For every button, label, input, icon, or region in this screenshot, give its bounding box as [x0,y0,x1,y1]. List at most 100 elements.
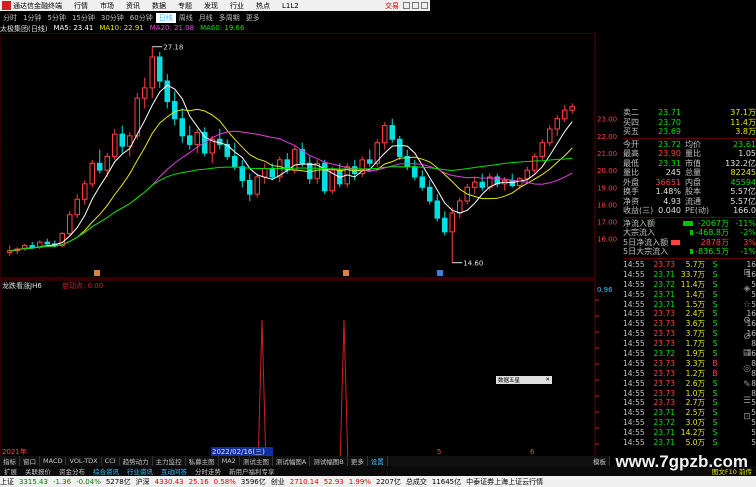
stat-value: 23.90 [658,149,681,159]
event-marker-icon[interactable] [437,270,443,276]
kline-chart[interactable]: 23.00 22.00 21.00 20.00 19.00 18.00 17.00 16.00… [0,33,623,456]
ext-tab-0[interactable]: 扩展 [0,466,21,476]
candle-body [157,56,163,82]
candle-body [524,169,530,180]
indicator-tab-12[interactable]: 更多 [348,456,368,466]
tick-price: 23.73 [653,358,675,368]
status-item: 5278亿 [105,477,131,486]
period-0[interactable]: 分时 [0,13,20,23]
tick-time: 14:55 [623,259,645,269]
tick-side: S [712,319,718,329]
indicator-tab-10[interactable]: 测试幅图A [273,456,311,466]
ext-tab-3[interactable]: 综合资讯 [89,466,123,476]
candle-body [517,178,523,187]
flow-row: 5日大宗流入 -836.5万 -1% [623,247,756,257]
candle-body [322,162,328,192]
indicator-tab-8[interactable]: MA2 [219,457,240,465]
candle-body [104,155,110,171]
menu-item-topics[interactable]: 专题 [172,1,198,11]
close-icon[interactable] [421,2,428,9]
event-marker-icon[interactable] [94,270,100,276]
stat-label: PE(动) [685,206,710,216]
data-popup[interactable]: 数据五星 ✕ [496,376,552,384]
menu-item-l1l2[interactable]: L1L2 [276,2,305,10]
side-tool-9-icon[interactable]: ☰ [741,393,753,409]
price-tick: 23.00 [597,116,617,124]
menu-item-exchange[interactable]: 市场 [94,1,120,11]
ob-label: 买五 [623,127,639,137]
template-button[interactable]: 模板 [590,456,610,466]
period-1[interactable]: 1分钟 [20,13,44,23]
side-tool-3-icon[interactable]: ☆ [741,297,753,313]
indicator-tab-4[interactable]: CCI [102,457,120,465]
period-8[interactable]: 月线 [196,13,216,23]
period-3[interactable]: 15分钟 [69,13,98,23]
ext-tab-1[interactable]: 关联报价 [21,466,55,476]
stat-value: 5.57亿 [730,196,756,206]
menu-item-news[interactable]: 资讯 [120,1,146,11]
maximize-icon[interactable] [412,2,419,9]
period-5[interactable]: 60分钟 [127,13,156,23]
ext-tab-5[interactable]: 互动问答 [157,466,191,476]
tick-time: 14:55 [623,279,645,289]
period-7[interactable]: 周线 [176,13,196,23]
status-item: 2710.14 [289,477,319,486]
side-tool-8-icon[interactable]: ✎ [741,377,753,393]
candle-body [434,200,440,219]
ext-tab-7[interactable]: 新用户福利专享 [225,466,279,476]
trade-button[interactable]: 交易 [385,1,399,11]
indicator-tab-0[interactable]: 指标 [0,456,20,466]
candle-body [239,166,245,181]
tick-time: 14:55 [623,418,645,428]
menu-item-industry[interactable]: 行业 [224,1,250,11]
menu-item-data[interactable]: 数据 [146,1,172,11]
popup-close-icon[interactable]: ✕ [545,377,550,383]
flow-label: 5日大宗流入 [623,247,669,257]
period-9[interactable]: 多周期 [216,13,243,23]
ext-tab-4[interactable]: 行业资讯 [123,466,157,476]
indicator-tab-11[interactable]: 测试幅图B [310,456,348,466]
price-tick: 22.00 [597,133,617,141]
indicator-axis-value: 0.96 [597,286,613,294]
side-tool-6-icon[interactable]: ▤ [741,345,753,361]
status-item: 25.16 [188,477,209,486]
ext-tab-6[interactable]: 分时走势 [191,466,225,476]
side-tool-10-icon[interactable]: ⊡ [741,409,753,425]
period-10[interactable]: 更多 [243,13,263,23]
period-4[interactable]: 30分钟 [98,13,127,23]
side-tool-4-icon[interactable]: ⚙ [741,313,753,329]
side-tool-2-icon[interactable]: ◈ [741,281,753,297]
status-item: 3315.43 [19,477,48,486]
indicator-tab-13[interactable]: 设置 [368,456,388,466]
indicator-tab-6[interactable]: 主力监控 [153,456,186,466]
stat-value: 36651 [655,177,681,187]
candle-body [554,118,560,130]
indicator-tab-2[interactable]: MACD [40,457,67,465]
indicator-tab-7[interactable]: 私募主图 [186,456,219,466]
indicator-tab-5[interactable]: 趋势动力 [120,456,153,466]
side-tool-5-icon[interactable]: ⊘ [741,329,753,345]
event-marker-icon[interactable] [343,270,349,276]
candle-body [412,166,418,178]
indicator-tab-1[interactable]: 窗口 [20,456,40,466]
menu-item-market[interactable]: 行情 [68,1,94,11]
period-2[interactable]: 5分钟 [44,13,68,23]
candle-body [562,109,568,120]
indicator-tab-3[interactable]: VOL-TDX [66,457,102,465]
candle-body [247,179,253,195]
ext-tab-2[interactable]: 资金分布 [55,466,89,476]
status-item: 创业 [270,477,285,486]
side-tool-7-icon[interactable]: ◎ [741,361,753,377]
menu-item-hot[interactable]: 热点 [250,1,276,11]
stat-label: 收益(三) [623,206,654,216]
menu-item-discover[interactable]: 发现 [198,1,224,11]
tick-price: 23.73 [653,368,675,378]
indicator-tab-9[interactable]: 测试主图 [240,456,273,466]
side-tool-1-icon[interactable]: ⊞ [741,265,753,281]
tick-side: S [712,299,718,309]
minimize-icon[interactable] [403,2,410,9]
candle-body [449,212,455,233]
period-6[interactable]: 日线 [155,12,176,23]
indicator-value: 启动点: 0.00 [62,281,103,290]
stat-row: 收益(三) 0.040 PE(动) 166.0 [623,206,756,216]
